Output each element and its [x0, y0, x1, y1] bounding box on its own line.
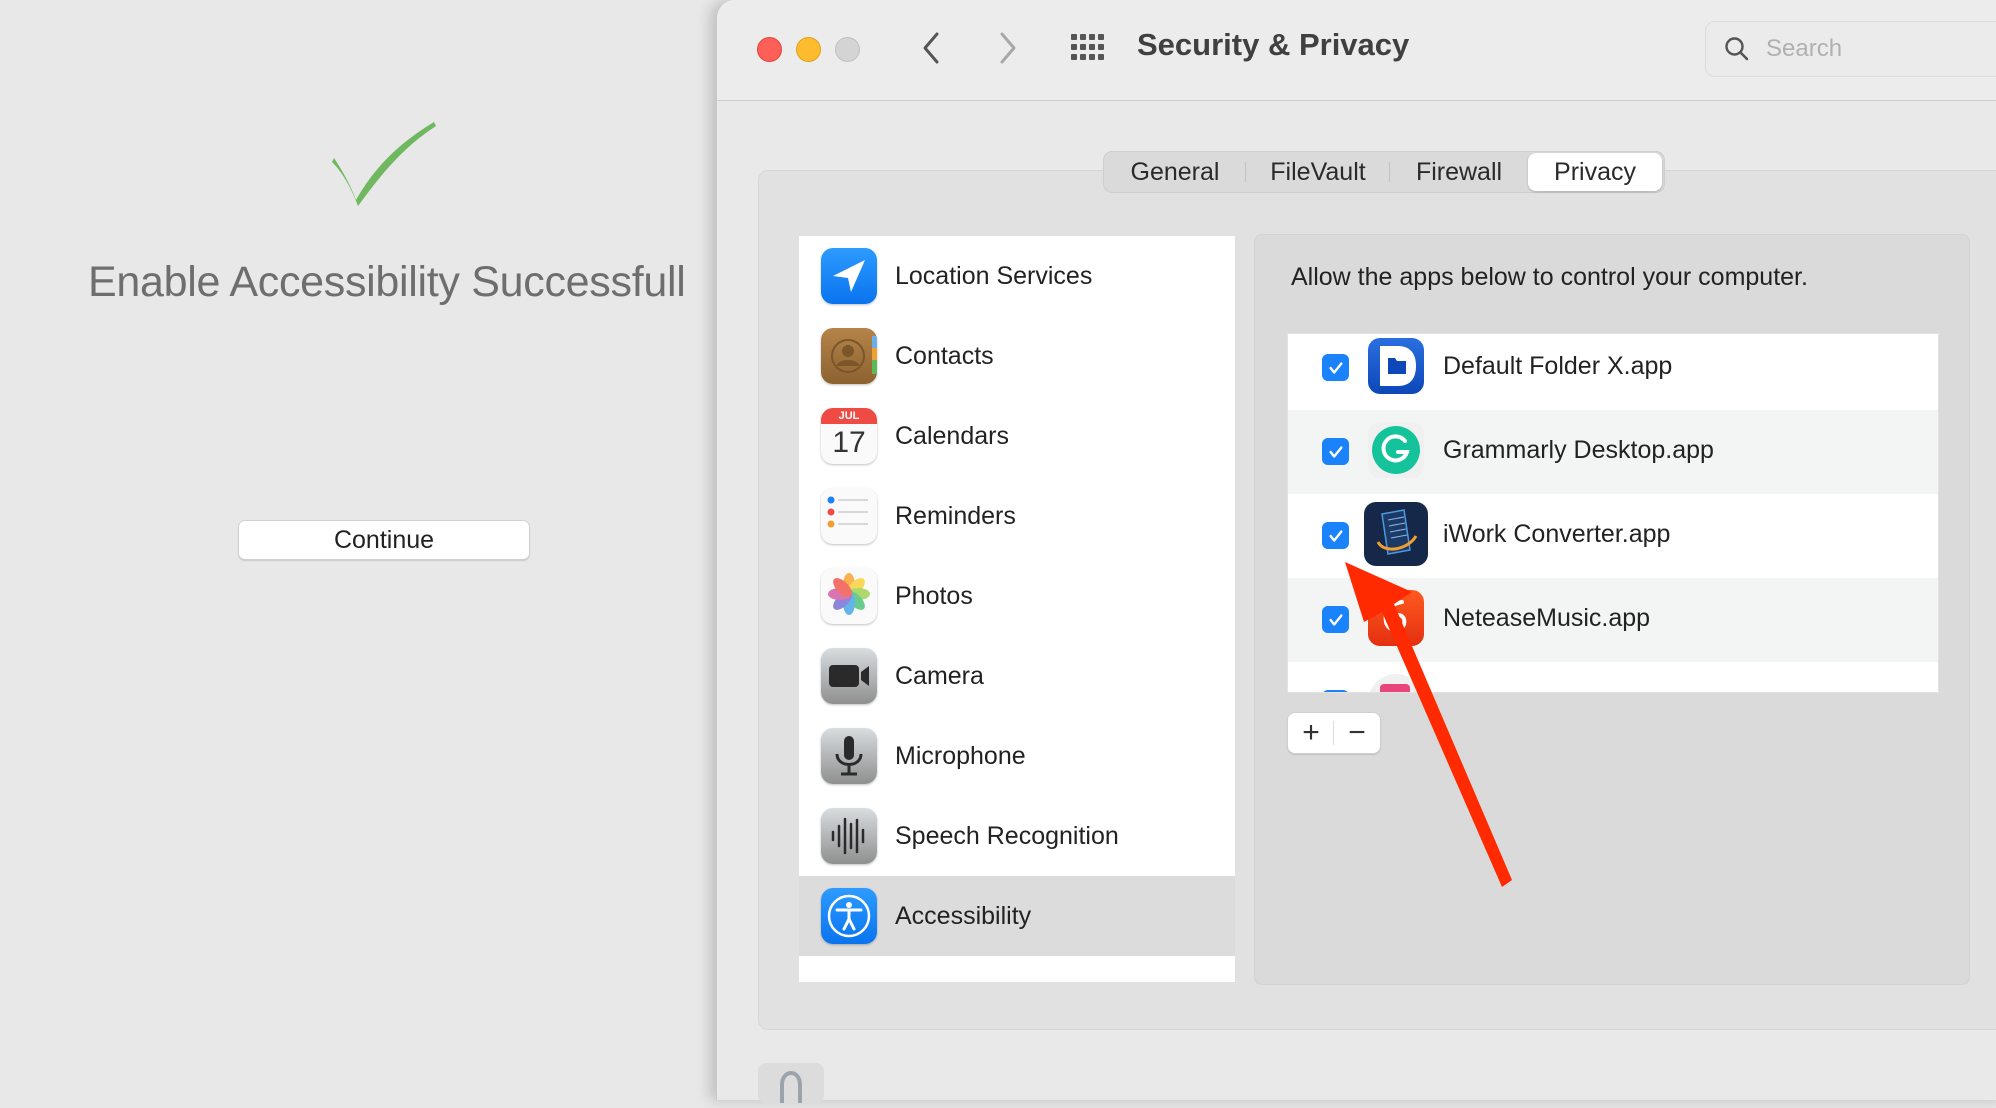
- calendar-icon: JUL 17: [821, 408, 877, 464]
- app-label: iWork Converter.app: [1443, 520, 1671, 548]
- category-label: Accessibility: [895, 901, 1032, 930]
- app-row-grammarly[interactable]: Grammarly Desktop.app: [1288, 410, 1938, 494]
- continue-button[interactable]: Continue: [238, 520, 530, 560]
- reminders-list-icon: [821, 488, 877, 544]
- category-reminders[interactable]: Reminders: [799, 476, 1235, 556]
- iwork-converter-icon: [1364, 502, 1428, 566]
- chevron-right-icon[interactable]: [992, 28, 1022, 68]
- category-label: Speech Recognition: [895, 821, 1119, 850]
- close-window-button[interactable]: [757, 37, 782, 62]
- tab-firewall[interactable]: Firewall: [1390, 152, 1528, 192]
- grammarly-icon: [1368, 422, 1424, 478]
- minimize-window-button[interactable]: [796, 37, 821, 62]
- app-checkbox[interactable]: [1322, 606, 1349, 633]
- privacy-category-list: Location Services Contacts JUL 17 Calend…: [799, 236, 1235, 982]
- lock-icon: [780, 1071, 802, 1103]
- photos-flower-icon: [821, 568, 877, 624]
- lock-button[interactable]: [758, 1063, 824, 1103]
- chevron-left-icon[interactable]: [917, 28, 947, 68]
- category-camera[interactable]: Camera: [799, 636, 1235, 716]
- netease-music-icon: [1368, 590, 1424, 646]
- allowed-apps-list: Default Folder X.app Grammarly Desktop.a…: [1287, 333, 1939, 693]
- search-field[interactable]: [1705, 21, 1996, 77]
- security-privacy-window: Security & Privacy General FileVault Fir…: [716, 0, 1996, 1103]
- contacts-book-icon: [821, 328, 877, 384]
- app-row-netease-music[interactable]: NeteaseMusic.app: [1288, 578, 1938, 662]
- app-checkbox[interactable]: [1322, 438, 1349, 465]
- microphone-icon: [821, 728, 877, 784]
- category-photos[interactable]: Photos: [799, 556, 1235, 636]
- category-calendars[interactable]: JUL 17 Calendars: [799, 396, 1235, 476]
- app-label: Grammarly Desktop.app: [1443, 436, 1714, 464]
- checkmark-icon: [1328, 361, 1343, 374]
- accessibility-detail-panel: Allow the apps below to control your com…: [1254, 234, 1970, 985]
- checkmark-icon: [1328, 613, 1343, 626]
- category-location-services[interactable]: Location Services: [799, 236, 1235, 316]
- category-label: Reminders: [895, 501, 1016, 530]
- accessibility-person-icon: [821, 888, 877, 944]
- category-accessibility[interactable]: Accessibility: [799, 876, 1235, 956]
- category-label: Calendars: [895, 421, 1009, 450]
- app-row-default-folder-x[interactable]: Default Folder X.app: [1288, 334, 1938, 410]
- show-all-grid-icon[interactable]: [1069, 33, 1107, 61]
- location-arrow-icon: [821, 248, 877, 304]
- tab-filevault[interactable]: FileVault: [1246, 152, 1390, 192]
- tab-bar: General FileVault Firewall Privacy: [1103, 151, 1665, 193]
- category-label: Camera: [895, 661, 984, 690]
- checkmark-icon: [1328, 529, 1343, 542]
- default-folder-x-icon: [1368, 338, 1424, 394]
- search-icon: [1725, 37, 1749, 61]
- app-row-iwork-converter[interactable]: iWork Converter.app: [1288, 494, 1938, 578]
- app-row-partially-hidden[interactable]: [1288, 662, 1938, 692]
- calendar-day: 17: [832, 426, 866, 459]
- app-label: Default Folder X.app: [1443, 352, 1673, 380]
- search-input[interactable]: [1764, 30, 1996, 68]
- category-speech-recognition[interactable]: Speech Recognition: [799, 796, 1235, 876]
- add-remove-buttons: + −: [1287, 712, 1381, 754]
- app-checkbox[interactable]: [1322, 522, 1349, 549]
- green-check-icon: [332, 122, 436, 206]
- tab-privacy[interactable]: Privacy: [1528, 153, 1662, 191]
- checkmark-icon: [1328, 445, 1343, 458]
- helper-app-panel: Enable Accessibility Successfull Continu…: [0, 0, 716, 1086]
- category-label: Photos: [895, 581, 973, 610]
- calendar-month: JUL: [821, 408, 877, 424]
- app-checkbox[interactable]: [1322, 354, 1349, 381]
- app-label: NeteaseMusic.app: [1443, 604, 1651, 632]
- success-title: Enable Accessibility Successfull: [88, 258, 686, 306]
- category-microphone[interactable]: Microphone: [799, 716, 1235, 796]
- remove-app-button[interactable]: −: [1334, 713, 1380, 753]
- add-app-button[interactable]: +: [1288, 713, 1334, 753]
- camera-icon: [821, 648, 877, 704]
- category-contacts[interactable]: Contacts: [799, 316, 1235, 396]
- panel-description: Allow the apps below to control your com…: [1291, 263, 1808, 291]
- speech-waveform-icon: [821, 808, 877, 864]
- category-label: Microphone: [895, 741, 1026, 770]
- window-title: Security & Privacy: [1137, 27, 1410, 62]
- title-bar: Security & Privacy: [717, 0, 1996, 101]
- category-label: Contacts: [895, 341, 994, 370]
- app-checkbox[interactable]: [1322, 690, 1349, 692]
- button-divider: [1333, 721, 1334, 745]
- tab-general[interactable]: General: [1104, 152, 1246, 192]
- zoom-window-button[interactable]: [835, 37, 860, 62]
- partially-hidden-app-icon: [1368, 674, 1424, 692]
- category-label: Location Services: [895, 261, 1093, 290]
